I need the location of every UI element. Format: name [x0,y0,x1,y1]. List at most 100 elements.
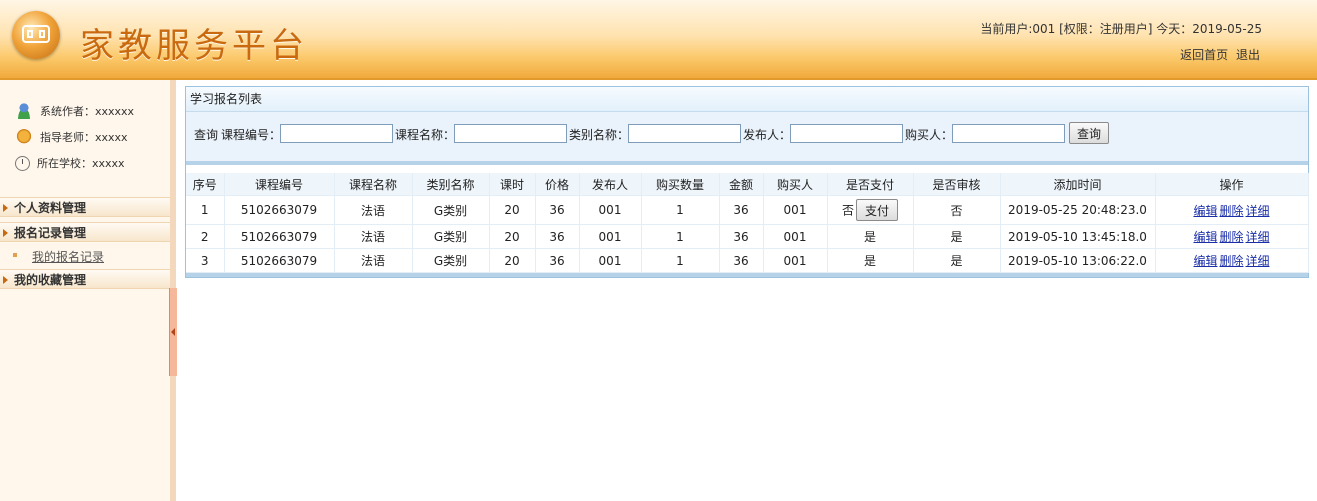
col-header: 序号 [186,173,225,196]
author-info: 系统作者：xxxxxx [15,102,134,120]
category-name-input[interactable] [628,124,741,143]
cell-price: 36 [535,224,580,249]
cell-actions: 编辑 删除 详细 [1155,224,1309,249]
detail-link[interactable]: 详细 [1246,254,1270,268]
buyer-label: 购买人： [905,128,954,142]
author-label: 系统作者：xxxxxx [40,105,135,118]
logo-icon [12,11,60,59]
cell-buyer: 001 [763,195,828,225]
query-label: 查询 [194,128,219,142]
edit-link[interactable]: 编辑 [1193,230,1217,244]
delete-link[interactable]: 删除 [1219,230,1243,244]
menu-personal-info[interactable]: 个人资料管理 [0,197,170,217]
cell-reviewed: 是 [913,248,1001,273]
home-link[interactable]: 返回首页 [1180,48,1228,62]
signup-table: 序号 课程编号 课程名称 类别名称 课时 价格 发布人 购买数量 金额 购买人 … [186,173,1309,273]
col-header: 课程名称 [334,173,413,196]
course-name-input[interactable] [454,124,567,143]
teacher-label: 指导老师：xxxxx [40,131,128,144]
edit-link[interactable]: 编辑 [1193,204,1217,218]
cell-course-name: 法语 [334,224,413,249]
cell-added-time: 2019-05-10 13:45:18.0 [1000,224,1156,249]
sidebar: 系统作者：xxxxxx 指导老师：xxxxx 所在学校：xxxxx 个人资料管理… [0,80,176,501]
pay-button[interactable]: 支付 [856,199,898,221]
school-info: 所在学校：xxxxx [15,154,125,172]
col-header: 课时 [489,173,536,196]
menu-favorites[interactable]: 我的收藏管理 [0,269,170,289]
bullet-icon [13,253,17,257]
col-header: 类别名称 [412,173,490,196]
cell-paid: 是 [827,248,914,273]
col-header: 是否支付 [827,173,914,196]
course-code-label: 课程编号： [221,128,282,142]
col-header: 金额 [719,173,764,196]
detail-link[interactable]: 详细 [1246,230,1270,244]
col-header: 价格 [535,173,580,196]
cell-index: 1 [186,195,225,225]
cell-publisher: 001 [579,248,642,273]
publisher-label: 发布人： [743,128,792,142]
cell-added-time: 2019-05-25 20:48:23.0 [1000,195,1156,225]
cell-amount: 36 [719,248,764,273]
cell-amount: 36 [719,195,764,225]
table-row: 3 5102663079 法语 G类别 20 36 001 1 36 001 是… [186,248,1309,273]
app-title: 家教服务平台 [80,26,308,66]
cell-index: 3 [186,248,225,273]
user-icon [15,103,33,119]
cell-quantity: 1 [641,195,720,225]
cell-quantity: 1 [641,248,720,273]
cell-amount: 36 [719,224,764,249]
table-row: 1 5102663079 法语 G类别 20 36 001 1 36 001 否… [186,195,1309,225]
cell-hours: 20 [489,195,536,225]
cell-course-name: 法语 [334,248,413,273]
category-name-label: 类别名称： [569,128,630,142]
table-row: 2 5102663079 法语 G类别 20 36 001 1 36 001 是… [186,224,1309,249]
cell-price: 36 [535,248,580,273]
detail-link[interactable]: 详细 [1246,204,1270,218]
col-header: 购买人 [763,173,828,196]
search-button[interactable]: 查询 [1069,122,1109,144]
paid-status: 否 [841,203,854,218]
buyer-input[interactable] [952,124,1065,143]
cell-added-time: 2019-05-10 13:06:22.0 [1000,248,1156,273]
col-header: 添加时间 [1000,173,1156,196]
teacher-icon [15,129,33,145]
cell-category: G类别 [412,195,490,225]
cell-index: 2 [186,224,225,249]
table-header-row: 序号 课程编号 课程名称 类别名称 课时 价格 发布人 购买数量 金额 购买人 … [186,173,1309,196]
cell-paid: 是 [827,224,914,249]
col-header: 购买数量 [641,173,720,196]
cell-reviewed: 否 [913,195,1001,225]
cell-quantity: 1 [641,224,720,249]
cell-course-code: 5102663079 [224,224,335,249]
cell-hours: 20 [489,224,536,249]
search-bar: 查询 课程编号： 课程名称： 类别名称： 发布人： 购买人： 查询 [186,112,1308,165]
cell-publisher: 001 [579,195,642,225]
delete-link[interactable]: 删除 [1219,204,1243,218]
cell-category: G类别 [412,224,490,249]
sidebar-collapse-handle[interactable] [169,288,177,376]
col-header: 操作 [1155,173,1309,196]
panel-bottom-bar [186,273,1308,277]
teacher-info: 指导老师：xxxxx [15,128,128,146]
delete-link[interactable]: 删除 [1219,254,1243,268]
cell-course-code: 5102663079 [224,248,335,273]
cell-publisher: 001 [579,224,642,249]
cell-actions: 编辑 删除 详细 [1155,195,1309,225]
cell-reviewed: 是 [913,224,1001,249]
col-header: 课程编号 [224,173,335,196]
header-bar: 家教服务平台 当前用户:001 [权限：注册用户] 今天：2019-05-25 … [0,0,1317,80]
col-header: 是否审核 [913,173,1001,196]
cell-course-name: 法语 [334,195,413,225]
edit-link[interactable]: 编辑 [1193,254,1217,268]
logout-link[interactable]: 退出 [1236,48,1260,62]
menu-signup-records[interactable]: 报名记录管理 [0,222,170,242]
course-code-input[interactable] [280,124,393,143]
clock-icon [15,155,30,171]
cell-actions: 编辑 删除 详细 [1155,248,1309,273]
sidebar-item-my-signups[interactable]: 我的报名记录 [32,248,104,265]
col-header: 发布人 [579,173,642,196]
publisher-input[interactable] [790,124,903,143]
cell-hours: 20 [489,248,536,273]
signup-list-panel: 学习报名列表 查询 课程编号： 课程名称： 类别名称： 发布人： 购买人： 查询… [185,86,1309,278]
